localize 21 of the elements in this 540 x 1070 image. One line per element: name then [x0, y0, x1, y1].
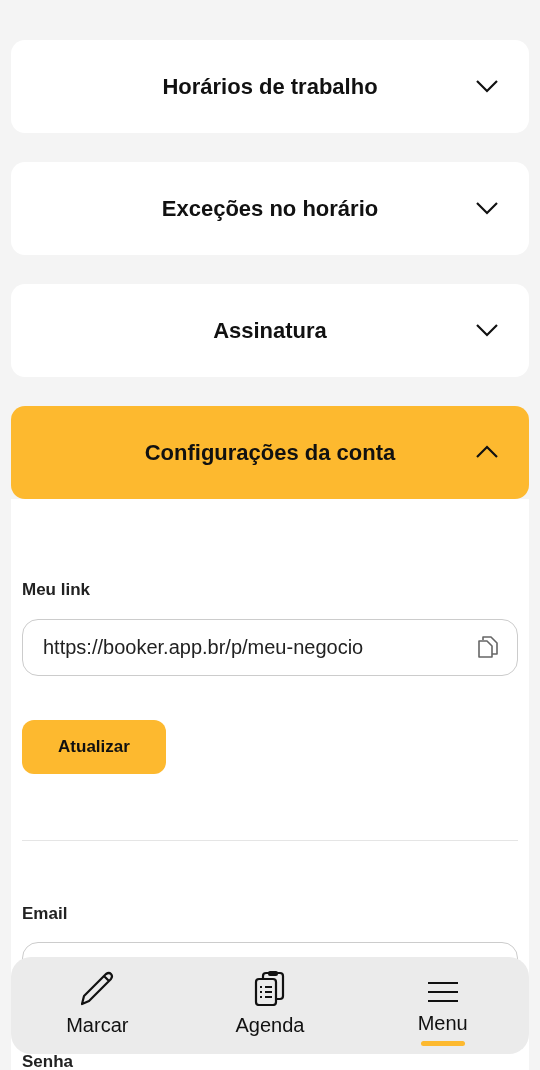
- copy-icon[interactable]: [477, 635, 499, 659]
- nav-tab[interactable]: Marcar: [37, 965, 158, 1046]
- section-header[interactable]: Horários de trabalho: [11, 40, 529, 133]
- update-button[interactable]: Atualizar: [22, 719, 166, 774]
- field-label: Email: [22, 902, 69, 925]
- nav-tab[interactable]: Menu: [382, 965, 503, 1046]
- active-indicator: [420, 1040, 465, 1046]
- section-header[interactable]: Assinatura: [11, 284, 529, 377]
- field-label: Senha: [22, 1053, 74, 1070]
- field-label: Meu link: [22, 579, 91, 601]
- chevron-up-icon: [475, 444, 499, 459]
- section-header[interactable]: Exceções no horário: [11, 162, 529, 255]
- chevron-down-icon: [475, 78, 499, 93]
- section-header[interactable]: Configurações da conta: [11, 406, 529, 499]
- nav-tab[interactable]: Agenda: [210, 965, 330, 1046]
- pencil-icon: [79, 969, 116, 1006]
- chevron-down-icon: [475, 200, 499, 215]
- chevron-down-icon: [475, 322, 499, 337]
- clipboard-icon: [254, 969, 286, 1006]
- menu-icon: [426, 979, 459, 1004]
- link-field[interactable]: https://booker.app.br/p/meu-negocio: [22, 618, 518, 676]
